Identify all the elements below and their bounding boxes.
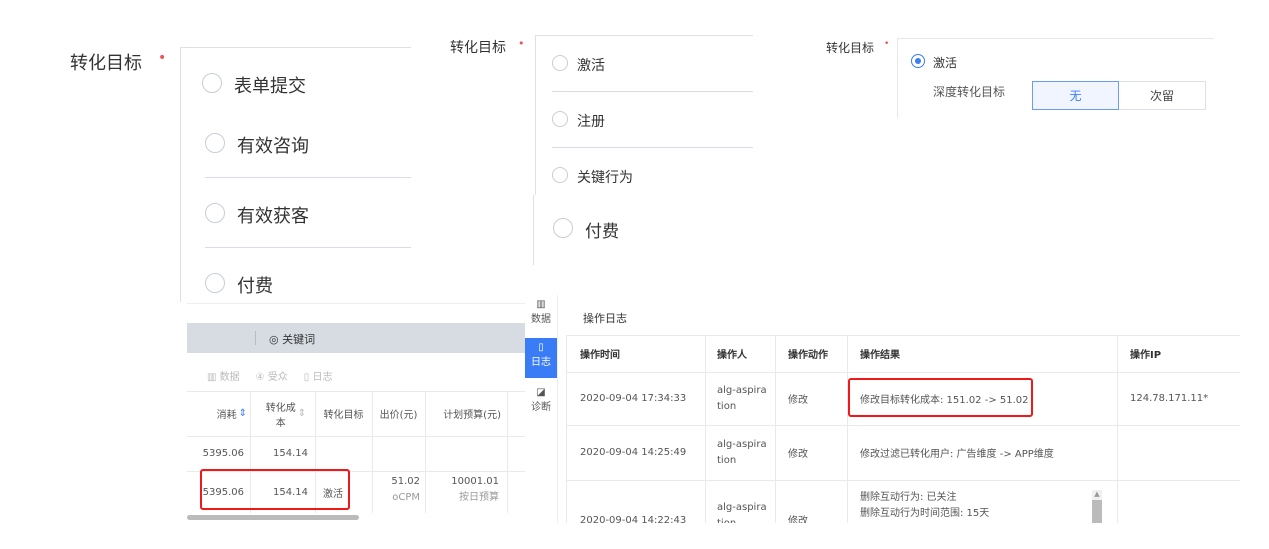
required-mark: •	[518, 37, 525, 50]
highlight-box	[200, 469, 350, 510]
col-user: 操作人	[717, 350, 747, 361]
col-result: 操作结果	[860, 350, 900, 361]
subtab-log[interactable]: ▯ 日志	[304, 368, 333, 383]
required-mark: •	[158, 50, 167, 66]
subtab-audience[interactable]: ④ 受众	[256, 368, 288, 383]
col-ip: 操作IP	[1130, 350, 1162, 361]
field-label: 转化目标	[826, 41, 875, 55]
sort-icon: ⇕	[238, 408, 247, 419]
subtab-data[interactable]: ▥ 数据	[207, 368, 240, 383]
nav-data[interactable]: ▥ 数据	[525, 299, 557, 325]
sort-icon: ⇕	[297, 408, 307, 419]
highlight-box	[848, 378, 1033, 417]
nav-log[interactable]: ▯ 日志	[525, 338, 557, 378]
col-action: 操作动作	[788, 350, 828, 361]
col-budget: 计划预算(元)	[443, 410, 501, 421]
col-cost[interactable]: 转化成本 ⇕	[257, 391, 313, 436]
col-bid: 出价(元)	[379, 410, 418, 421]
log-sidenav: ▥ 数据 ▯ 日志 ◪ 诊断	[525, 295, 558, 523]
target-icon: ◎	[269, 333, 279, 346]
col-time: 操作时间	[580, 350, 620, 361]
nav-diagnosis[interactable]: ◪ 诊断	[525, 387, 557, 413]
log-title: 操作日志	[583, 312, 627, 325]
required-mark: •	[884, 39, 890, 49]
col-spend[interactable]: 消耗 ⇕	[187, 391, 247, 436]
cell-scrollbar[interactable]: ▲	[1092, 490, 1102, 523]
tab-keywords[interactable]: ◎ 关键词	[269, 331, 315, 347]
deep-goal-label: 深度转化目标	[933, 85, 1006, 99]
deep-option-retention[interactable]: 次留	[1119, 81, 1206, 110]
field-label: 转化目标	[70, 53, 142, 74]
horizontal-scrollbar[interactable]	[187, 515, 359, 520]
col-goal: 转化目标	[323, 410, 364, 421]
field-label: 转化目标	[450, 40, 506, 56]
deep-option-none[interactable]: 无	[1032, 81, 1119, 110]
